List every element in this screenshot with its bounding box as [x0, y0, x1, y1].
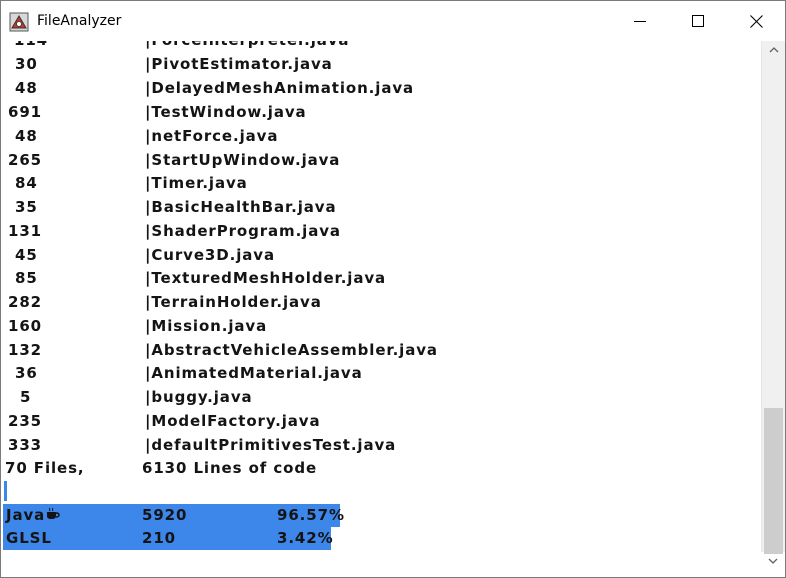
line-count: 114 [14, 41, 48, 49]
minimize-icon [634, 21, 646, 22]
line-count: 333 [8, 436, 43, 454]
file-count: 70 Files, [5, 459, 85, 477]
line-count: 691 [8, 103, 43, 121]
file-line: 85 |TexturedMeshHolder.java [2, 269, 761, 292]
language-name: GLSL [6, 529, 52, 547]
file-name: |StartUpWindow.java [145, 151, 341, 169]
close-icon [749, 14, 763, 28]
file-name: |DelayedMeshAnimation.java [145, 79, 415, 97]
text-output-area[interactable]: 114 |ForceInterpreter.java 30 |PivotEsti… [2, 41, 761, 551]
file-line: 282 |TerrainHolder.java [2, 293, 761, 316]
file-line: 691 |TestWindow.java [2, 103, 761, 126]
file-line: 132 |AbstractVehicleAssembler.java [2, 341, 761, 364]
language-percent: 96.57% [277, 506, 345, 524]
scroll-thumb[interactable] [764, 408, 783, 554]
total-lines: 6130 Lines of code [142, 459, 318, 477]
selection-start [4, 481, 7, 501]
file-analyzer-app-icon [9, 12, 29, 32]
maximize-icon [692, 15, 704, 27]
file-line: 48 |netForce.java [2, 127, 761, 150]
file-name: |Curve3D.java [145, 246, 275, 264]
file-line: 84 |Timer.java [2, 174, 761, 197]
line-count: 265 [8, 151, 43, 169]
file-line: 333 |defaultPrimitivesTest.java [2, 436, 761, 459]
file-name: |netForce.java [145, 127, 279, 145]
line-count: 282 [8, 293, 43, 311]
line-count: 30 [15, 55, 38, 73]
file-line: 265 |StartUpWindow.java [2, 151, 761, 174]
line-count: 5 [20, 388, 32, 406]
line-count: 35 [15, 198, 38, 216]
maximize-button[interactable] [669, 1, 727, 41]
line-count: 45 [15, 246, 38, 264]
scroll-down-button[interactable] [761, 552, 785, 569]
line-count: 85 [15, 269, 38, 287]
file-line: 160 |Mission.java [2, 317, 761, 340]
file-name: |Mission.java [145, 317, 268, 335]
chevron-down-icon [768, 558, 778, 564]
file-line: 114 |ForceInterpreter.java [2, 41, 761, 54]
line-count: 160 [8, 317, 43, 335]
file-line: 5 |buggy.java [2, 388, 761, 411]
language-lines: 5920 [142, 506, 188, 524]
coffee-cup-icon [47, 507, 60, 519]
file-name: |ForceInterpreter.java [145, 41, 349, 49]
file-name: |ModelFactory.java [145, 412, 321, 430]
scroll-up-button[interactable] [762, 41, 785, 58]
line-count: 131 [8, 222, 43, 240]
file-line: 30 |PivotEstimator.java [2, 55, 761, 78]
minimize-button[interactable] [611, 1, 669, 41]
file-name: |TestWindow.java [145, 103, 307, 121]
file-name: |BasicHealthBar.java [145, 198, 337, 216]
language-percent: 3.42% [277, 529, 334, 547]
line-count: 235 [8, 412, 43, 430]
file-line: 36 |AnimatedMaterial.java [2, 364, 761, 387]
line-count: 84 [15, 174, 38, 192]
file-analyzer-window: FileAnalyzer 114 |ForceInterpreter.java … [0, 0, 786, 578]
language-row-glsl: GLSL 210 3.42% [3, 527, 334, 550]
file-name: |AnimatedMaterial.java [145, 364, 363, 382]
line-count: 48 [15, 127, 38, 145]
window-title: FileAnalyzer [37, 13, 122, 29]
file-name: |AbstractVehicleAssembler.java [145, 341, 438, 359]
file-name: |Timer.java [145, 174, 248, 192]
language-name: Java [6, 506, 61, 524]
file-name: |TerrainHolder.java [145, 293, 322, 311]
file-line: 45 |Curve3D.java [2, 246, 761, 269]
file-line: 48 |DelayedMeshAnimation.java [2, 79, 761, 102]
file-name: |defaultPrimitivesTest.java [145, 436, 397, 454]
line-count: 48 [15, 79, 38, 97]
close-button[interactable] [727, 1, 785, 41]
file-line: 235 |ModelFactory.java [2, 412, 761, 435]
line-count: 36 [15, 364, 38, 382]
file-name: |ShaderProgram.java [145, 222, 341, 240]
language-lines: 210 [142, 529, 177, 547]
summary-line: 70 Files, 6130 Lines of code [2, 459, 761, 482]
file-line: 131 |ShaderProgram.java [2, 222, 761, 245]
file-name: |PivotEstimator.java [145, 55, 333, 73]
vertical-scrollbar[interactable] [761, 41, 785, 554]
language-row-java: Java 5920 96.57% [3, 504, 344, 527]
line-count: 132 [8, 341, 43, 359]
file-name: |buggy.java [145, 388, 253, 406]
file-line: 35 |BasicHealthBar.java [2, 198, 761, 221]
title-bar[interactable]: FileAnalyzer [1, 1, 785, 41]
chevron-up-icon [769, 46, 778, 52]
file-name: |TexturedMeshHolder.java [145, 269, 387, 287]
